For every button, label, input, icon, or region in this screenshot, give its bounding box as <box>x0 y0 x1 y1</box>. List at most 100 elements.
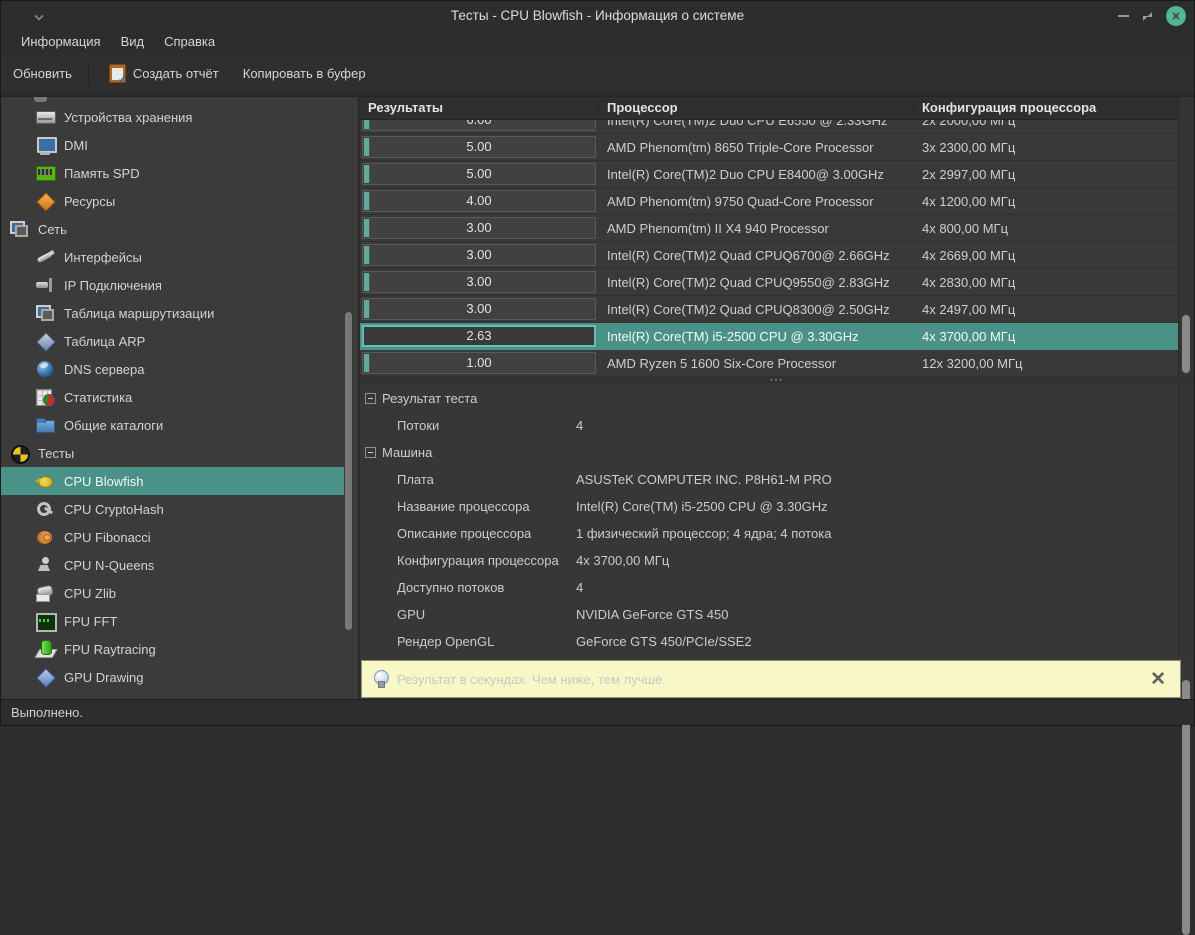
memory-icon <box>35 163 55 183</box>
menubar: Информация Вид Справка <box>1 31 1194 53</box>
routing-icon <box>35 303 55 323</box>
details-row[interactable]: Описание процессора 1 физический процесс… <box>360 520 1178 547</box>
sidebar-item-gpu-drawing[interactable]: GPU Drawing <box>1 663 344 691</box>
roller-icon <box>35 583 55 603</box>
sidebar-item-cpu-zlib[interactable]: CPU Zlib <box>1 579 344 607</box>
statusbar: Выполнено. <box>1 699 1194 725</box>
status-text: Выполнено. <box>11 705 83 720</box>
results-pane: Результаты Процессор Конфигурация процес… <box>360 96 1194 699</box>
toolbar-separator <box>88 62 89 86</box>
hint-close-icon[interactable]: ✕ <box>1150 670 1166 689</box>
column-header-processor[interactable]: Процессор <box>599 97 914 119</box>
benchmark-icon <box>9 443 29 463</box>
table-row[interactable]: 4.00 AMD Phenom(tm) 9750 Quad-Core Proce… <box>360 188 1178 215</box>
column-header-config[interactable]: Конфигурация процессора <box>914 97 1178 119</box>
collapse-expander-icon[interactable] <box>365 447 376 458</box>
table-scrollbar-thumb[interactable] <box>1182 315 1190 373</box>
result-bar: 6.00 <box>362 120 596 131</box>
details-row[interactable]: Рендер OpenGL GeForce GTS 450/PCIe/SSE2 <box>360 628 1178 655</box>
details-row[interactable]: Конфигурация процессора 4x 3700,00 МГц <box>360 547 1178 574</box>
table-row-selected[interactable]: 2.63 Intel(R) Core(TM) i5-2500 CPU @ 3.3… <box>360 323 1178 350</box>
table-row[interactable]: 3.00 AMD Phenom(tm) II X4 940 Processor … <box>360 215 1178 242</box>
table-header: Результаты Процессор Конфигурация процес… <box>360 97 1178 120</box>
table-scrollbar-track[interactable] <box>1178 97 1194 377</box>
sidebar-item-cpu-nqueens[interactable]: CPU N-Queens <box>1 551 344 579</box>
sidebar-item-ip-connections[interactable]: IP Подключения <box>1 271 344 299</box>
benchmark-table: 6.00 Intel(R) Core(TM)2 Duo CPU E6550 @ … <box>360 120 1178 377</box>
result-bar: 3.00 <box>362 271 596 293</box>
oscilloscope-icon <box>35 611 55 631</box>
refresh-button[interactable]: Обновить <box>1 59 84 89</box>
clipped-sidebar-item <box>34 97 47 102</box>
keys-icon <box>35 499 55 519</box>
sidebar-item-statistics[interactable]: Статистика <box>1 383 344 411</box>
collapse-expander-icon[interactable] <box>365 393 376 404</box>
table-row[interactable]: 6.00 Intel(R) Core(TM)2 Duo CPU E6550 @ … <box>360 120 1178 134</box>
sidebar-item-dmi[interactable]: DMI <box>1 131 344 159</box>
details-row[interactable]: Название процессора Intel(R) Core(TM) i5… <box>360 493 1178 520</box>
table-row[interactable]: 3.00 Intel(R) Core(TM)2 Quad CPUQ6700@ 2… <box>360 242 1178 269</box>
menu-help[interactable]: Справка <box>154 31 225 53</box>
sidebar-item-resources[interactable]: Ресурсы <box>1 187 344 215</box>
sidebar-item-routing-table[interactable]: Таблица маршрутизации <box>1 299 344 327</box>
sidebar: Устройства хранения DMI Память SPD Ресур… <box>1 96 359 699</box>
lightbulb-icon <box>374 670 387 688</box>
details-group-test-result[interactable]: Результат теста <box>360 385 1178 412</box>
sidebar-category-benchmarks[interactable]: Тесты <box>1 439 344 467</box>
report-clipboard-icon <box>109 64 126 83</box>
harddisk-icon <box>35 107 55 127</box>
menu-view[interactable]: Вид <box>111 31 155 53</box>
details-group-machine[interactable]: Машина <box>360 439 1178 466</box>
column-header-results[interactable]: Результаты <box>360 97 599 119</box>
result-bar: 3.00 <box>362 298 596 320</box>
sidebar-category-network[interactable]: Сеть <box>1 215 344 243</box>
table-row[interactable]: 5.00 AMD Phenom(tm) 8650 Triple-Core Pro… <box>360 134 1178 161</box>
sidebar-item-fpu-raytracing[interactable]: FPU Raytracing <box>1 635 344 663</box>
generate-report-button[interactable]: Создать отчёт <box>97 59 231 89</box>
result-bar: 4.00 <box>362 190 596 212</box>
refresh-button-label: Обновить <box>13 66 72 81</box>
result-bar: 5.00 <box>362 163 596 185</box>
cylinder-icon <box>35 639 55 659</box>
folder-icon <box>35 415 55 435</box>
menu-information[interactable]: Информация <box>11 31 111 53</box>
maximize-button[interactable] <box>1143 12 1152 21</box>
hint-bar: Результат в секундах. Чем ниже, тем лучш… <box>361 660 1181 698</box>
diamond-icon <box>35 331 55 351</box>
sidebar-item-dns-servers[interactable]: DNS сервера <box>1 355 344 383</box>
table-row[interactable]: 3.00 Intel(R) Core(TM)2 Quad CPUQ8300@ 2… <box>360 296 1178 323</box>
sidebar-item-cpu-fibonacci[interactable]: CPU Fibonacci <box>1 523 344 551</box>
sidebar-item-cpu-cryptohash[interactable]: CPU CryptoHash <box>1 495 344 523</box>
globe-icon <box>35 359 55 379</box>
details-row[interactable]: Доступно потоков 4 <box>360 574 1178 601</box>
details-row[interactable]: Потоки 4 <box>360 412 1178 439</box>
statistics-icon <box>35 387 55 407</box>
sidebar-item-interfaces[interactable]: Интерфейсы <box>1 243 344 271</box>
close-button[interactable] <box>1166 6 1186 26</box>
sidebar-item-arp-table[interactable]: Таблица ARP <box>1 327 344 355</box>
resources-icon <box>35 191 55 211</box>
sidebar-item-cpu-blowfish[interactable]: CPU Blowfish <box>1 467 344 495</box>
sidebar-item-memory-spd[interactable]: Память SPD <box>1 159 344 187</box>
toolbar: Обновить Создать отчёт Копировать в буфе… <box>1 53 1194 95</box>
result-bar: 3.00 <box>362 244 596 266</box>
result-bar: 5.00 <box>362 136 596 158</box>
details-row[interactable]: Плата ASUSTeK COMPUTER INC. P8H61-M PRO <box>360 466 1178 493</box>
table-row[interactable]: 3.00 Intel(R) Core(TM)2 Quad CPUQ9550@ 2… <box>360 269 1178 296</box>
details-row[interactable]: GPU NVIDIA GeForce GTS 450 <box>360 601 1178 628</box>
chess-icon <box>35 555 55 575</box>
sidebar-item-shared-directories[interactable]: Общие каталоги <box>1 411 344 439</box>
minimize-button[interactable] <box>1118 15 1129 17</box>
sidebar-item-storage[interactable]: Устройства хранения <box>1 103 344 131</box>
pane-splitter[interactable]: ⋯ <box>360 377 1194 385</box>
sidebar-scrollbar[interactable] <box>345 312 352 630</box>
copy-to-clipboard-button[interactable]: Копировать в буфер <box>231 59 378 89</box>
hardinfo-window: Тесты - CPU Blowfish - Информация о сист… <box>0 0 1195 726</box>
details-scrollbar-track[interactable] <box>1178 385 1194 657</box>
hint-text: Результат в секундах. Чем ниже, тем лучш… <box>397 672 1140 687</box>
cable-icon <box>35 247 55 267</box>
fish-icon <box>35 471 55 491</box>
window-title: Тесты - CPU Blowfish - Информация о сист… <box>1 1 1194 31</box>
sidebar-item-fpu-fft[interactable]: FPU FFT <box>1 607 344 635</box>
table-row[interactable]: 5.00 Intel(R) Core(TM)2 Duo CPU E8400@ 3… <box>360 161 1178 188</box>
